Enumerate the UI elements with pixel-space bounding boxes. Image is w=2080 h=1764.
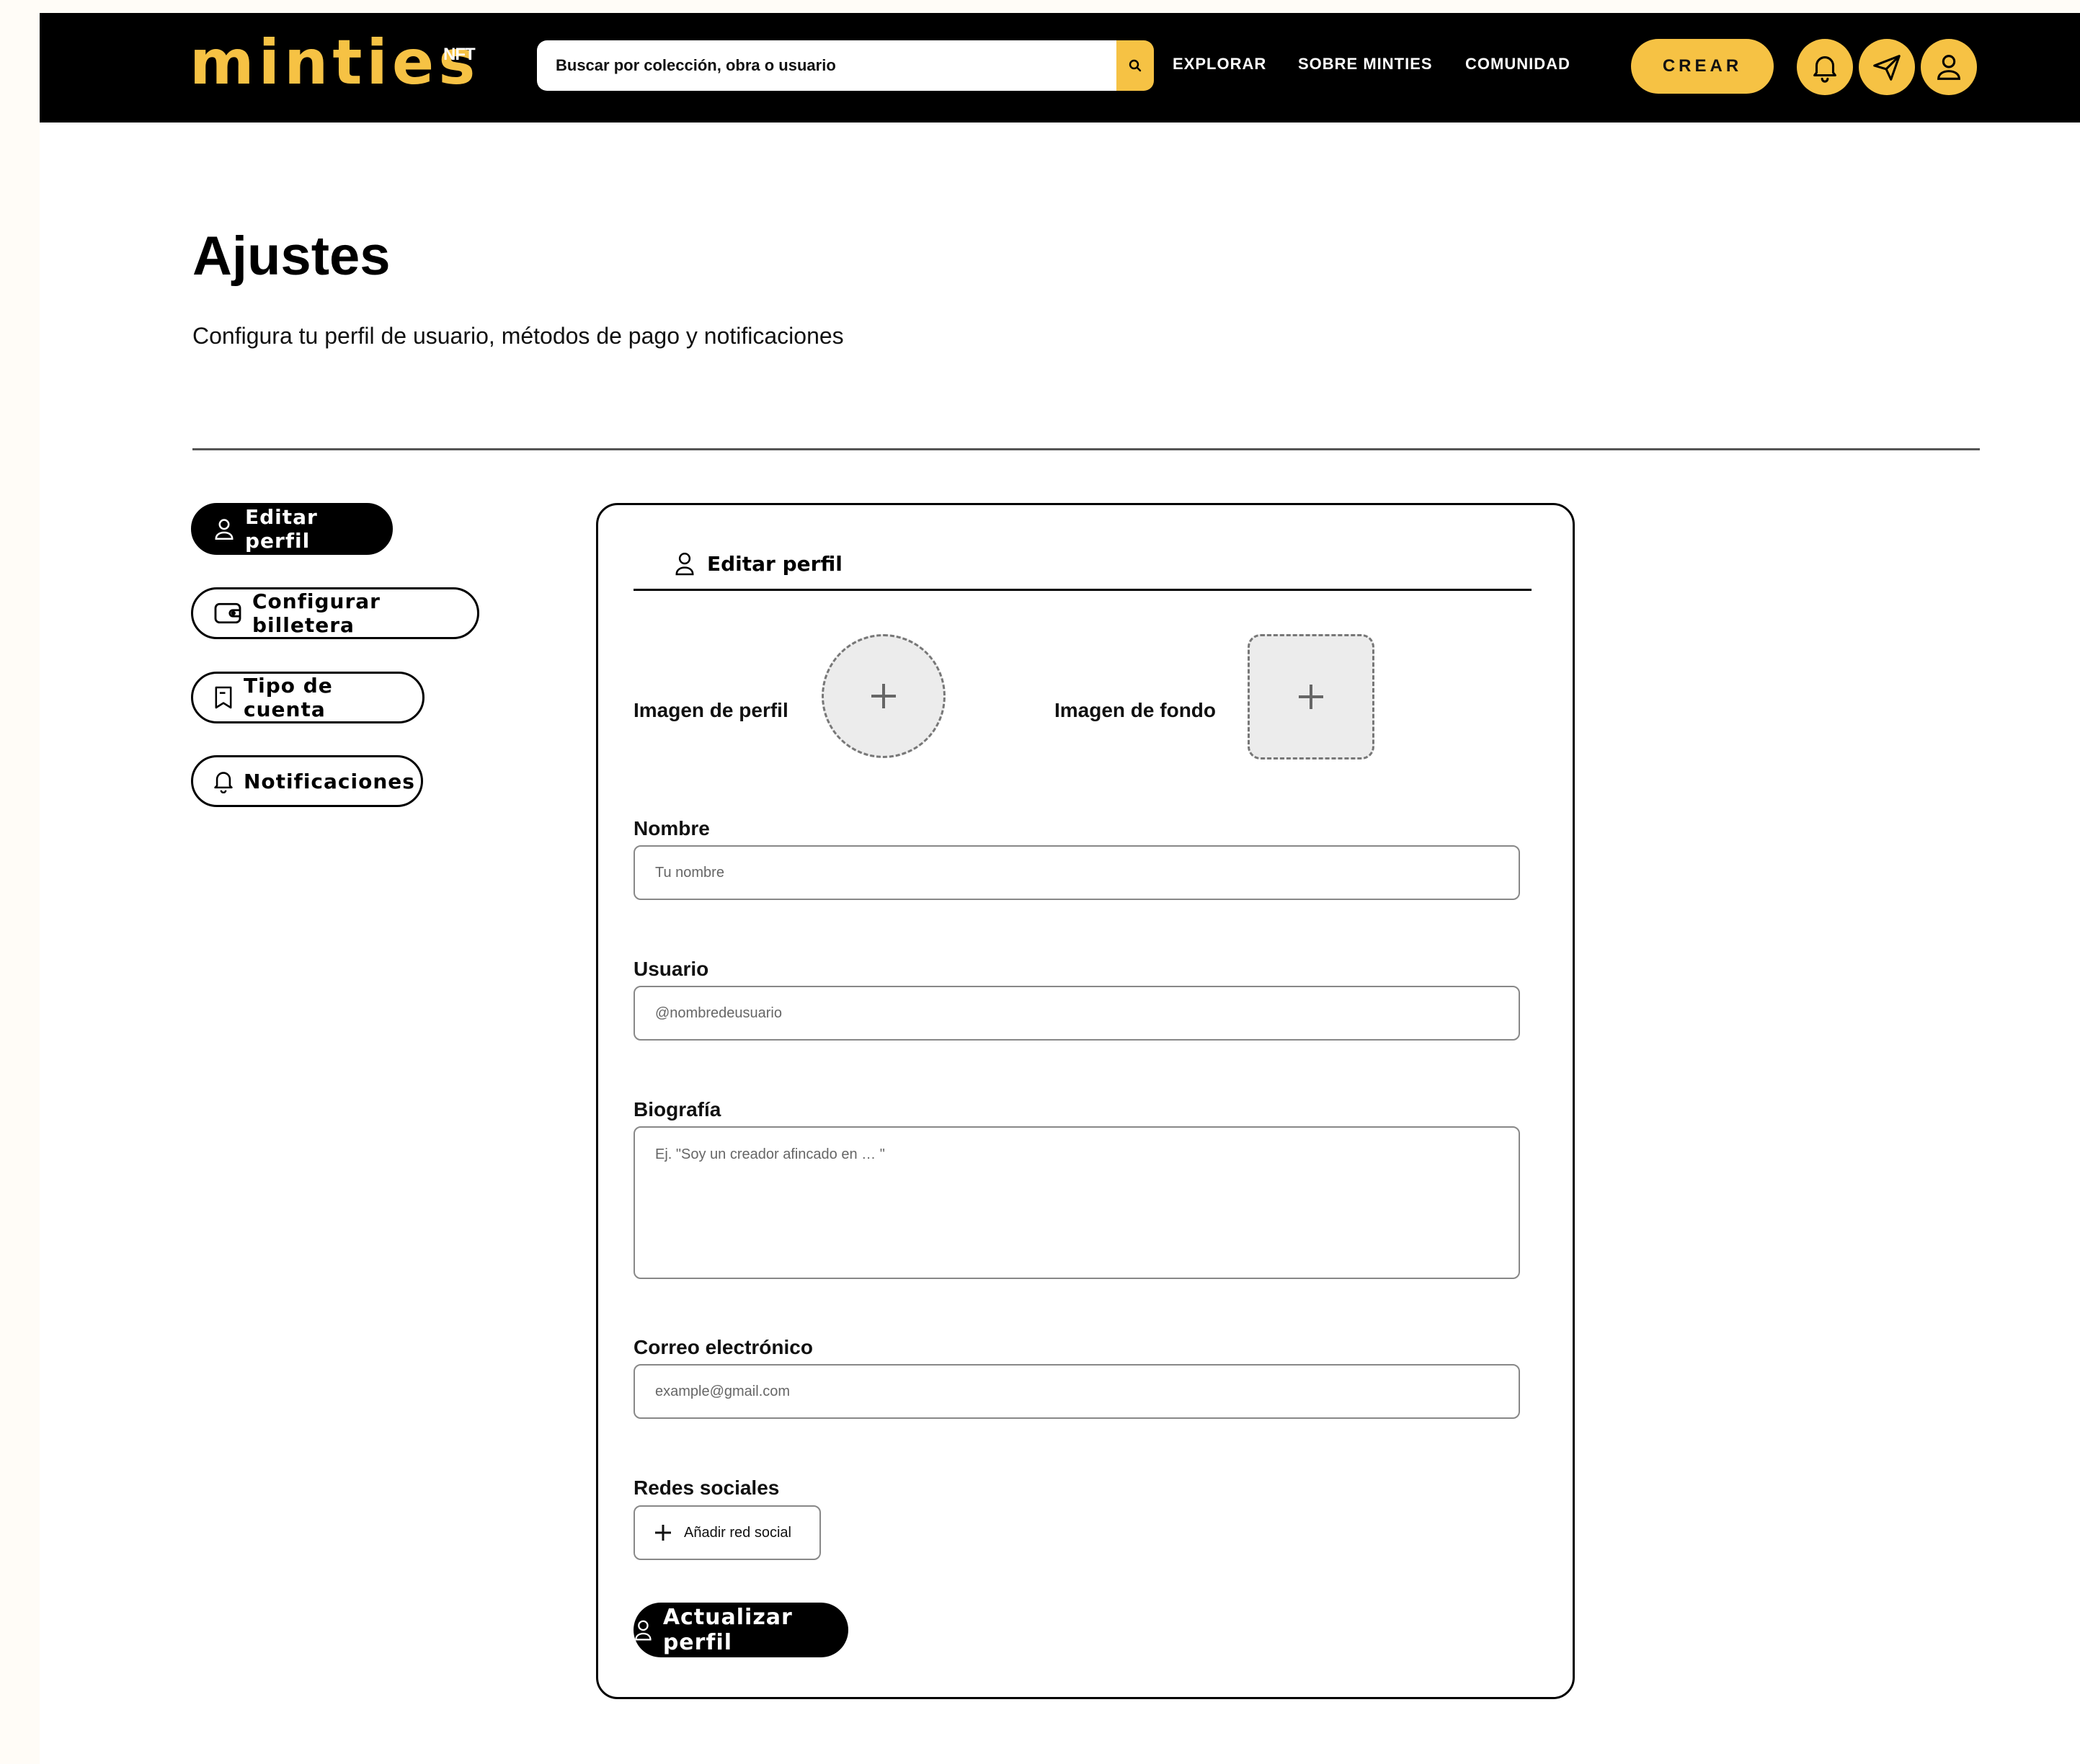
plus-icon — [871, 684, 896, 708]
username-placeholder: @nombredeusuario — [655, 1004, 782, 1021]
messages-button[interactable] — [1859, 39, 1915, 95]
logo-nft-badge: NFT — [443, 45, 476, 64]
card-header: Editar perfil — [674, 551, 843, 576]
email-label: Correo electrónico — [634, 1336, 813, 1358]
sidebar-item-notificaciones[interactable]: Notificaciones — [191, 755, 423, 807]
profile-image-upload[interactable] — [822, 634, 946, 758]
search-icon — [1129, 59, 1142, 72]
bookmark-icon — [215, 686, 232, 709]
update-profile-button[interactable]: Actualizar perfil — [634, 1603, 848, 1657]
nav-comunidad[interactable]: COMUNIDAD — [1465, 56, 1570, 72]
email-placeholder: example@gmail.com — [655, 1383, 791, 1399]
sidebar-item-label: Configurar billetera — [252, 589, 381, 637]
card-divider — [634, 589, 1532, 591]
sidebar-item-label: Editar perfil — [245, 505, 318, 553]
create-button[interactable]: CREAR — [1631, 39, 1774, 94]
search-input[interactable]: Buscar por colección, obra o usuario — [537, 40, 1116, 91]
sidebar-item-editar-perfil[interactable]: Editar perfil — [191, 503, 393, 555]
divider — [192, 448, 1980, 450]
search-placeholder: Buscar por colección, obra o usuario — [556, 56, 836, 74]
background-image-upload[interactable] — [1248, 634, 1374, 760]
add-social-label: Añadir red social — [684, 1524, 791, 1541]
nav-explorar[interactable]: EXPLORAR — [1173, 56, 1266, 72]
social-label: Redes sociales — [634, 1476, 780, 1499]
bell-icon — [214, 772, 233, 793]
page-title: Ajustes — [192, 226, 391, 287]
email-field[interactable]: example@gmail.com — [634, 1364, 1520, 1419]
page-subtitle: Configura tu perfil de usuario, métodos … — [192, 323, 844, 349]
card-title: Editar perfil — [707, 551, 843, 576]
profile-image-label: Imagen de perfil — [634, 699, 788, 721]
update-profile-label: Actualizar perfil — [662, 1605, 793, 1655]
nav-sobre-minties[interactable]: SOBRE MINTIES — [1298, 56, 1433, 72]
bio-label: Biografía — [634, 1098, 721, 1121]
sidebar-item-configurar-billetera[interactable]: Configurar billetera — [191, 587, 479, 639]
username-field[interactable]: @nombredeusuario — [634, 986, 1520, 1041]
name-field[interactable]: Tu nombre — [634, 845, 1520, 900]
sidebar-item-tipo-de-cuenta[interactable]: Tipo de cuenta — [191, 672, 425, 723]
bio-textarea[interactable]: Ej. "Soy un creador afincado en … " — [634, 1126, 1520, 1279]
bio-placeholder: Ej. "Soy un creador afincado en … " — [655, 1146, 885, 1162]
background-image-label: Imagen de fondo — [1054, 699, 1216, 721]
username-label: Usuario — [634, 958, 709, 980]
wallet-icon — [214, 602, 241, 624]
send-icon — [1873, 55, 1901, 81]
profile-button[interactable] — [1921, 39, 1977, 95]
add-social-button[interactable]: Añadir red social — [634, 1505, 821, 1560]
sidebar-item-label: Notificaciones — [244, 769, 415, 793]
user-icon — [215, 519, 234, 540]
name-placeholder: Tu nombre — [655, 864, 724, 881]
user-icon — [1937, 55, 1960, 80]
name-label: Nombre — [634, 817, 710, 839]
notifications-button[interactable] — [1797, 39, 1853, 95]
user-icon — [635, 1620, 652, 1641]
sidebar-item-label: Tipo de cuenta — [244, 674, 333, 721]
bell-icon — [1813, 56, 1836, 83]
plus-icon — [1299, 685, 1323, 709]
search-button[interactable] — [1116, 40, 1154, 91]
user-icon — [675, 553, 694, 576]
plus-icon — [655, 1525, 671, 1541]
logo[interactable]: minties — [190, 32, 479, 94]
top-navbar: minties NFT Buscar por colección, obra o… — [40, 13, 2080, 122]
page: minties NFT Buscar por colección, obra o… — [40, 13, 2080, 1764]
